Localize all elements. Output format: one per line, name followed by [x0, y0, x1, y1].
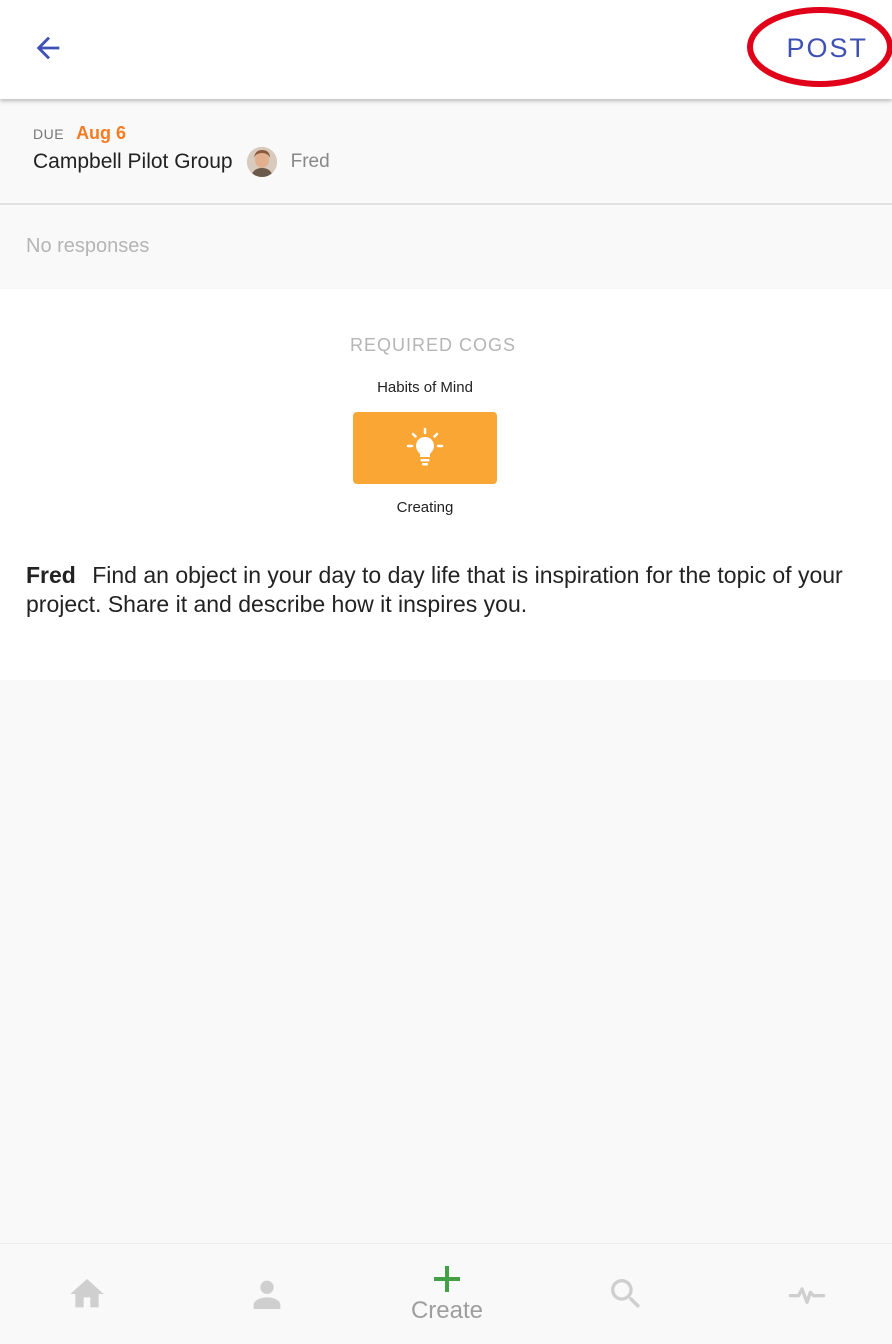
prompt-text: Find an object in your day to day life t… [26, 562, 843, 617]
post-button[interactable]: POST [786, 28, 868, 68]
bottom-navigation: Create [0, 1243, 892, 1344]
back-button[interactable] [24, 26, 72, 70]
group-name[interactable]: Campbell Pilot Group [33, 150, 233, 174]
arrow-left-icon [36, 36, 60, 60]
activity-icon [788, 1287, 826, 1304]
author-name[interactable]: Fred [291, 151, 330, 173]
nav-home[interactable] [27, 1244, 147, 1344]
cog-name-creating: Creating [396, 499, 454, 516]
responses-section: No responses [0, 205, 892, 289]
assignment-prompt: Fred Find an object in your day to day l… [26, 561, 866, 619]
assignment-info: DUE Aug 6 Campbell Pilot Group Fred [0, 99, 892, 205]
profile-icon [253, 1280, 281, 1309]
avatar-image [246, 147, 277, 177]
due-row: DUE Aug 6 [33, 123, 126, 144]
cog-category: Habits of Mind [377, 379, 473, 396]
nav-search[interactable] [566, 1244, 686, 1344]
nav-profile[interactable] [207, 1244, 327, 1344]
lightbulb-icon [406, 427, 444, 466]
required-cogs-title: REQUIRED COGS [349, 335, 517, 355]
top-app-bar: POST [0, 0, 892, 99]
due-date: Aug 6 [76, 123, 127, 143]
nav-activity[interactable] [747, 1244, 867, 1344]
group-row: Campbell Pilot Group Fred [33, 147, 330, 177]
nav-create[interactable]: Create [387, 1244, 507, 1344]
avatar[interactable] [246, 147, 277, 177]
search-icon [611, 1279, 641, 1309]
cog-tile-creating[interactable] [353, 412, 497, 484]
no-responses-text: No responses [26, 235, 150, 257]
due-label: DUE [33, 126, 65, 142]
home-icon [70, 1279, 104, 1308]
plus-icon [434, 1266, 460, 1292]
nav-create-label: Create [410, 1297, 484, 1324]
assignment-content: REQUIRED COGS Habits of Mind Creating Fr… [0, 289, 892, 680]
prompt-author: Fred [26, 562, 76, 588]
